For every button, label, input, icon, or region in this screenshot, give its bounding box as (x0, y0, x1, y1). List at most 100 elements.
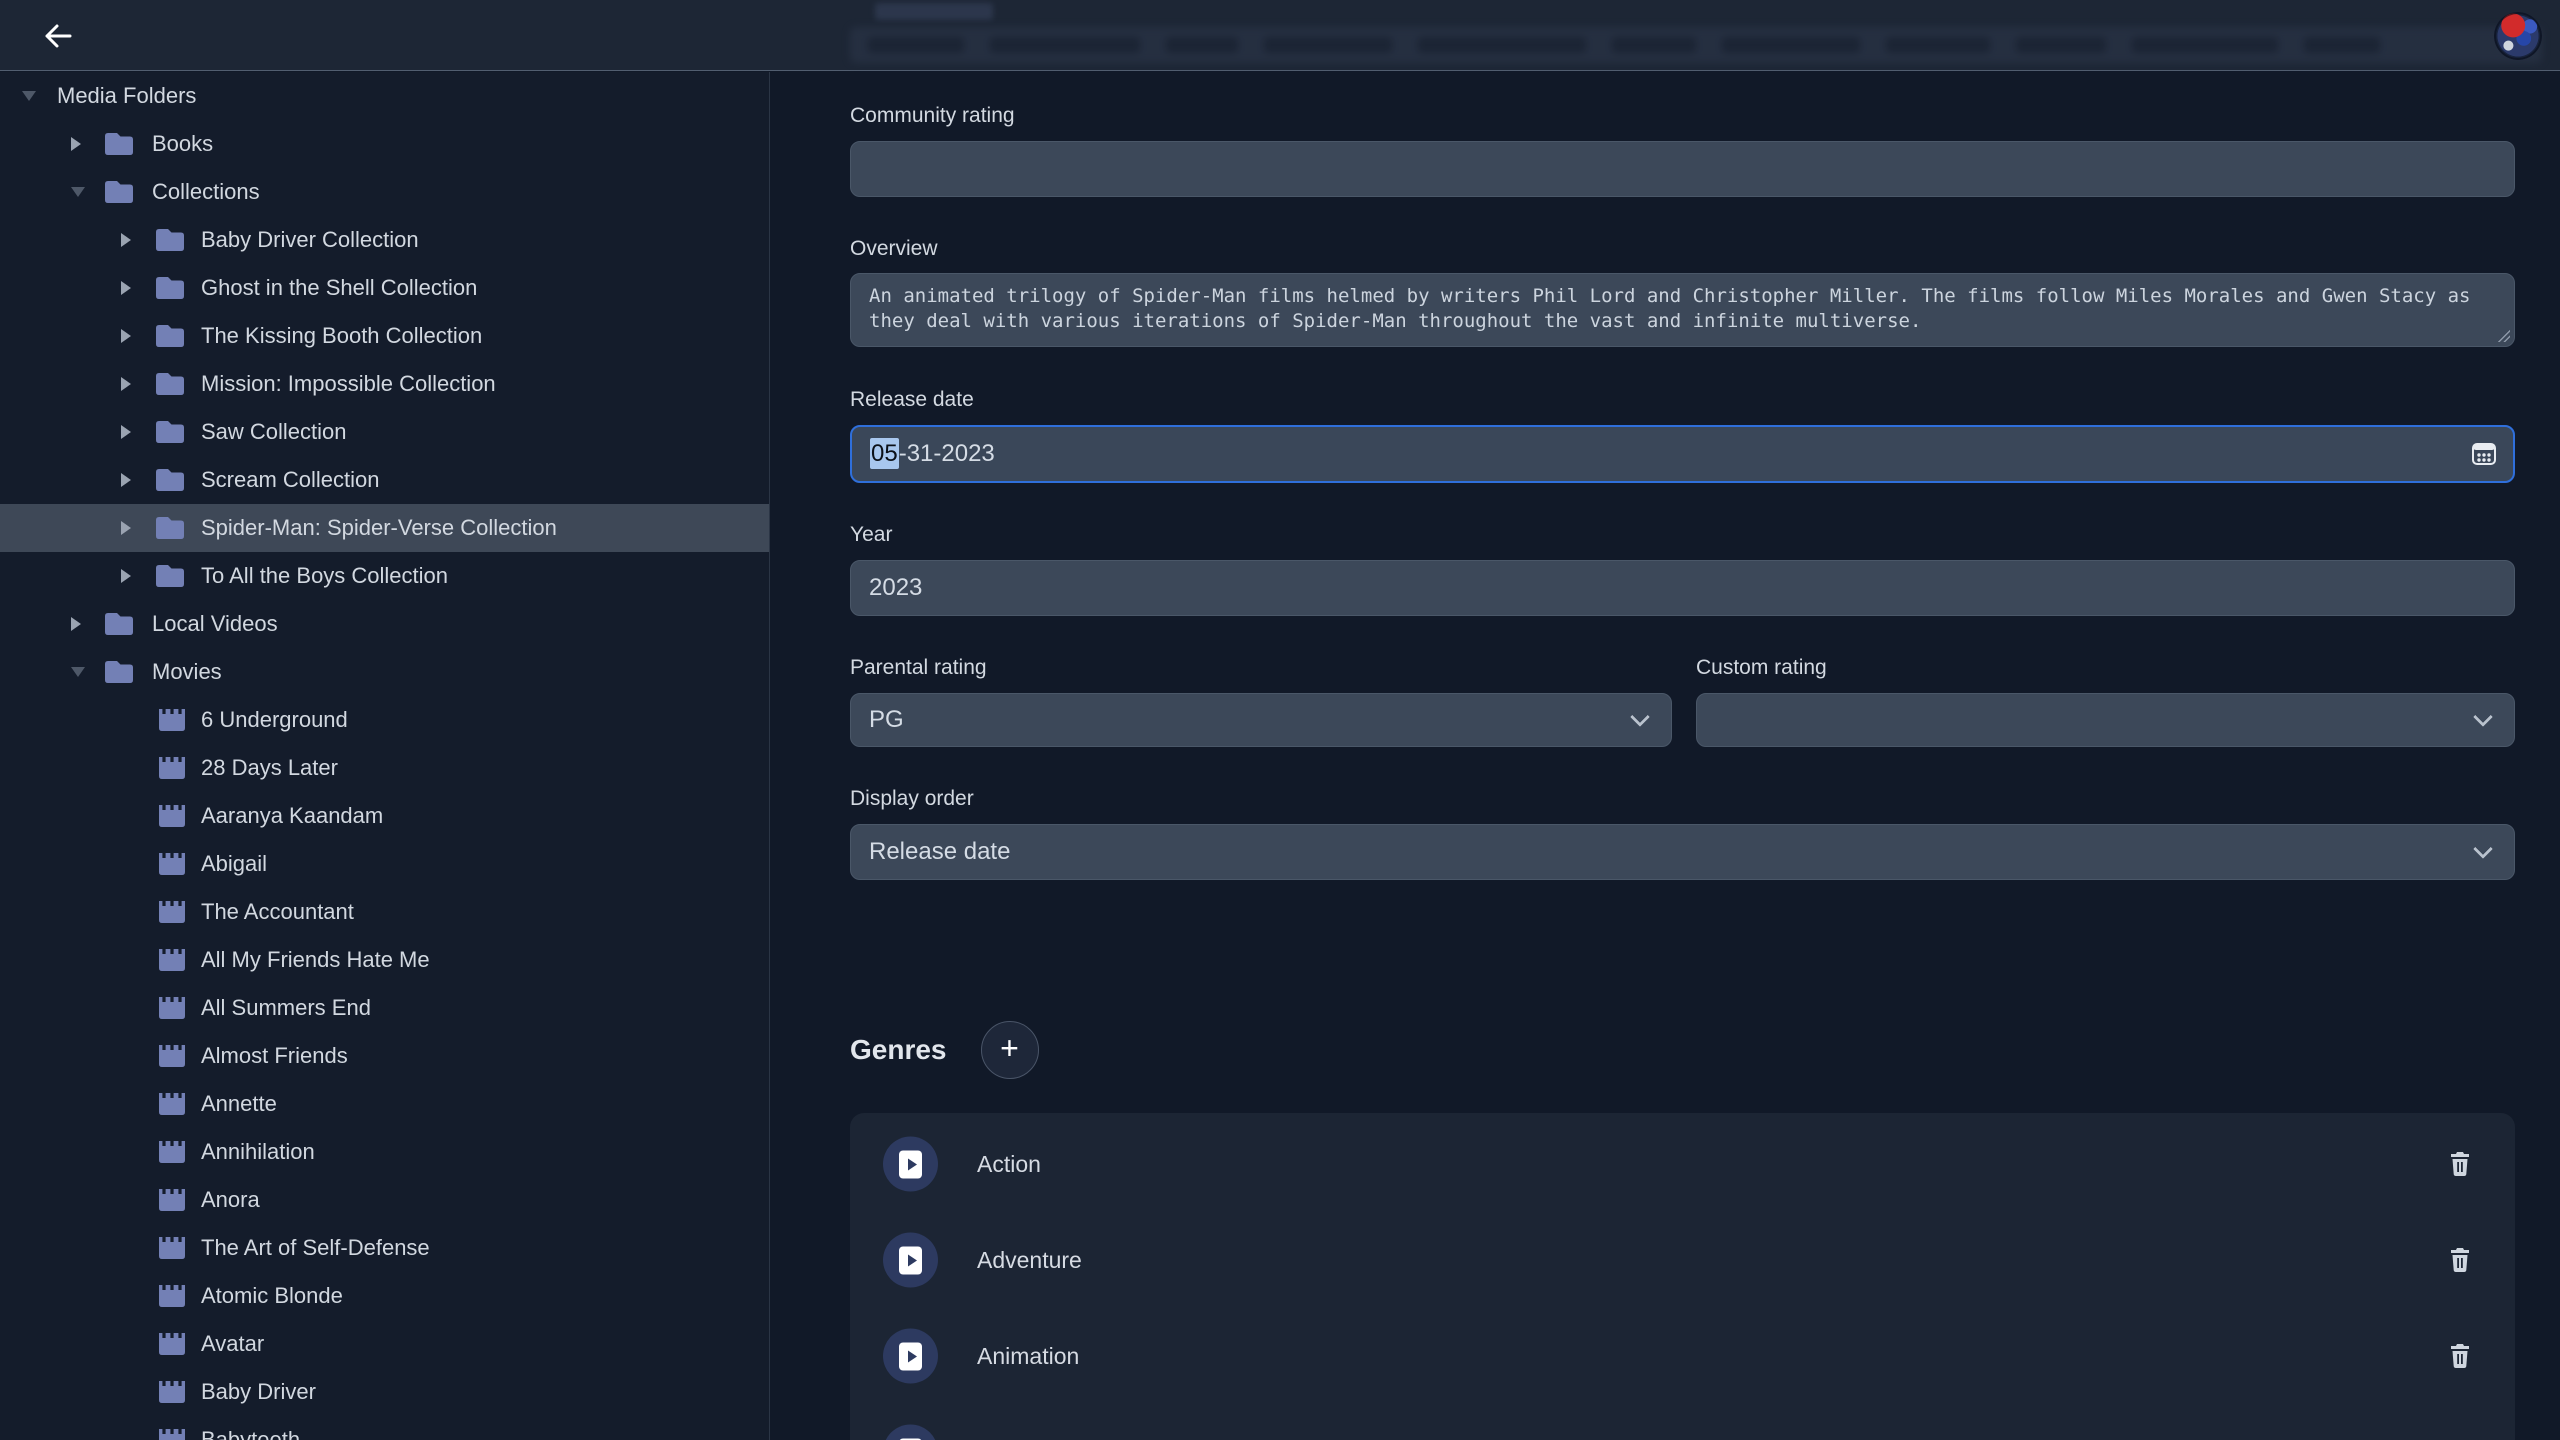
year-input[interactable]: 2023 (850, 560, 2515, 616)
delete-genre-button[interactable] (2443, 1339, 2477, 1373)
tree-item-all-my-friends-hate-me[interactable]: All My Friends Hate Me (0, 936, 769, 984)
tree-item-label: Movies (152, 659, 222, 685)
tree-item-saw-collection[interactable]: Saw Collection (0, 408, 769, 456)
display-order-label: Display order (850, 788, 2515, 810)
movie-icon-wrap (157, 1224, 187, 1272)
tree-item-annette[interactable]: Annette (0, 1080, 769, 1128)
tree-item-the-accountant[interactable]: The Accountant (0, 888, 769, 936)
tree-item-baby-driver-collection[interactable]: Baby Driver Collection (0, 216, 769, 264)
collapse-arrow-icon[interactable] (22, 72, 36, 120)
trash-icon (2449, 1343, 2471, 1369)
genre-avatar (883, 1425, 938, 1440)
tree-item-label: The Kissing Booth Collection (201, 323, 482, 349)
folder-icon-wrap (154, 408, 186, 456)
tree-item-aaranya-kaandam[interactable]: Aaranya Kaandam (0, 792, 769, 840)
genre-label: Adventure (977, 1247, 1082, 1274)
movie-icon-wrap (157, 1128, 187, 1176)
calendar-icon[interactable] (2471, 441, 2497, 467)
genre-avatar (883, 1233, 938, 1288)
expand-arrow-icon[interactable] (121, 360, 131, 408)
folder-icon (103, 659, 135, 685)
expand-arrow-icon[interactable] (121, 264, 131, 312)
expand-arrow-icon[interactable] (71, 120, 81, 168)
collapse-arrow-icon[interactable] (71, 168, 85, 216)
delete-genre-button[interactable] (2443, 1243, 2477, 1277)
tree-item-all-summers-end[interactable]: All Summers End (0, 984, 769, 1032)
parental-rating-group: Parental rating PG (850, 657, 1672, 747)
movie-icon-wrap (157, 888, 187, 936)
tree-item-collections[interactable]: Collections (0, 168, 769, 216)
tree-item-label: Ghost in the Shell Collection (201, 275, 477, 301)
display-order-select[interactable]: Release date (850, 824, 2515, 880)
folder-icon (154, 323, 186, 349)
folder-icon (154, 515, 186, 541)
parental-rating-select[interactable]: PG (850, 693, 1672, 747)
resize-grip-icon[interactable] (2498, 330, 2510, 342)
movie-icon (157, 1282, 187, 1310)
expand-arrow-icon[interactable] (121, 312, 131, 360)
custom-rating-group: Custom rating (1696, 657, 2515, 747)
delete-genre-button[interactable] (2443, 1435, 2477, 1440)
metadata-editor: Community rating Overview An animated tr… (771, 72, 2560, 1440)
expand-arrow-icon[interactable] (121, 216, 131, 264)
expand-arrow-icon[interactable] (121, 456, 131, 504)
tree-item-abigail[interactable]: Abigail (0, 840, 769, 888)
tree-item-28-days-later[interactable]: 28 Days Later (0, 744, 769, 792)
tree-item-the-kissing-booth-collection[interactable]: The Kissing Booth Collection (0, 312, 769, 360)
movie-icon (157, 802, 187, 830)
tree-item-label: The Accountant (201, 899, 354, 925)
tree-item-babyteeth[interactable]: Babyteeth (0, 1416, 769, 1440)
tree-item-avatar[interactable]: Avatar (0, 1320, 769, 1368)
expand-arrow-icon[interactable] (121, 408, 131, 456)
tree-item-movies[interactable]: Movies (0, 648, 769, 696)
tree-item-atomic-blonde[interactable]: Atomic Blonde (0, 1272, 769, 1320)
user-avatar[interactable] (2494, 12, 2542, 60)
movie-icon-wrap (157, 1032, 187, 1080)
add-genre-button[interactable]: + (981, 1021, 1039, 1079)
tree-item-the-art-of-self-defense[interactable]: The Art of Self-Defense (0, 1224, 769, 1272)
release-date-input[interactable]: 05-31-2023 (850, 425, 2515, 483)
tree-item-annihilation[interactable]: Annihilation (0, 1128, 769, 1176)
movie-icon (157, 898, 187, 926)
folder-icon (103, 611, 135, 637)
delete-genre-button[interactable] (2443, 1147, 2477, 1181)
tree-item-media-folders[interactable]: Media Folders (0, 72, 769, 120)
tree-item-6-underground[interactable]: 6 Underground (0, 696, 769, 744)
folder-icon (103, 131, 135, 157)
tree-item-spider-man-spider-verse-collection[interactable]: Spider-Man: Spider-Verse Collection (0, 504, 769, 552)
collapse-arrow-icon[interactable] (71, 648, 85, 696)
tree-item-anora[interactable]: Anora (0, 1176, 769, 1224)
movie-icon (157, 754, 187, 782)
tree-item-scream-collection[interactable]: Scream Collection (0, 456, 769, 504)
tree-item-label: 28 Days Later (201, 755, 338, 781)
tree-item-label: The Art of Self-Defense (201, 1235, 430, 1261)
tree-item-label: Atomic Blonde (201, 1283, 343, 1309)
movie-icon-wrap (157, 792, 187, 840)
folder-icon-wrap (154, 504, 186, 552)
overview-textarea[interactable]: An animated trilogy of Spider-Man films … (850, 273, 2515, 347)
tree-item-almost-friends[interactable]: Almost Friends (0, 1032, 769, 1080)
tree-item-ghost-in-the-shell-collection[interactable]: Ghost in the Shell Collection (0, 264, 769, 312)
tree-item-local-videos[interactable]: Local Videos (0, 600, 769, 648)
folder-icon-wrap (154, 552, 186, 600)
movie-icon-wrap (157, 1272, 187, 1320)
folder-icon-wrap (154, 216, 186, 264)
chevron-down-icon (2473, 707, 2493, 727)
custom-rating-label: Custom rating (1696, 657, 2515, 679)
back-button[interactable] (38, 18, 78, 54)
custom-rating-select[interactable] (1696, 693, 2515, 747)
folder-icon (154, 563, 186, 589)
community-rating-input[interactable] (850, 141, 2515, 197)
tree-item-to-all-the-boys-collection[interactable]: To All the Boys Collection (0, 552, 769, 600)
expand-arrow-icon[interactable] (71, 600, 81, 648)
release-date-label: Release date (850, 389, 2515, 411)
tree-item-label: Books (152, 131, 213, 157)
tree-item-books[interactable]: Books (0, 120, 769, 168)
tree-item-label: Annette (201, 1091, 277, 1117)
tree-item-mission-impossible-collection[interactable]: Mission: Impossible Collection (0, 360, 769, 408)
tree-item-label: Collections (152, 179, 260, 205)
expand-arrow-icon[interactable] (121, 504, 131, 552)
tree-item-label: Annihilation (201, 1139, 315, 1165)
tree-item-baby-driver[interactable]: Baby Driver (0, 1368, 769, 1416)
expand-arrow-icon[interactable] (121, 552, 131, 600)
